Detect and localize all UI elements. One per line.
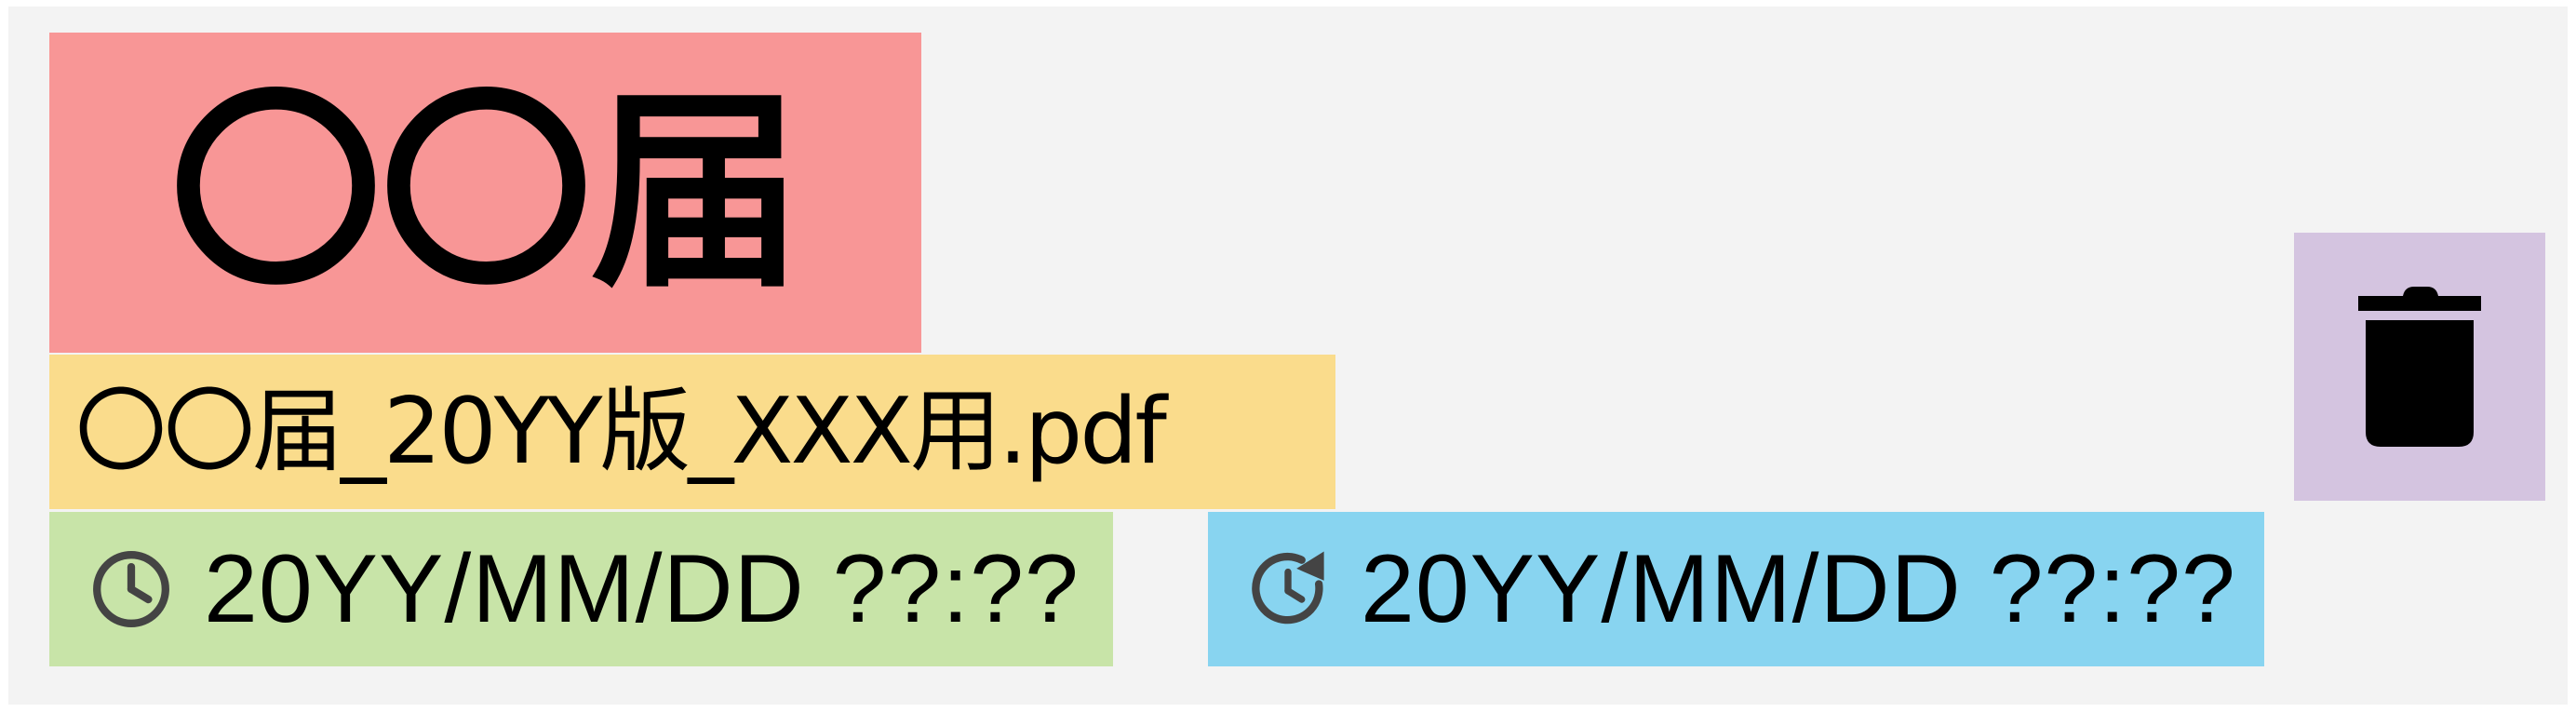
file-name[interactable]: 〇〇届_20YY版_XXX用.pdf (75, 386, 1167, 477)
title-area: 〇〇届 (49, 33, 921, 353)
updated-date-area: 20YY/MM/DD ??:?? (1208, 512, 2264, 666)
file-name-area[interactable]: 〇〇届_20YY版_XXX用.pdf (49, 355, 1335, 509)
clock-refresh-icon (1252, 551, 1324, 625)
trash-icon (2358, 287, 2481, 447)
document-card[interactable]: 〇〇届 〇〇届_20YY版_XXX用.pdf 20YY/MM/DD ??:?? … (8, 7, 2568, 705)
delete-button[interactable] (2294, 233, 2545, 501)
created-date-area: 20YY/MM/DD ??:?? (49, 512, 1113, 666)
clock-icon (93, 551, 169, 627)
updated-date: 20YY/MM/DD ??:?? (1361, 535, 2236, 643)
document-title: 〇〇届 (169, 69, 803, 316)
created-date: 20YY/MM/DD ??:?? (204, 535, 1080, 643)
